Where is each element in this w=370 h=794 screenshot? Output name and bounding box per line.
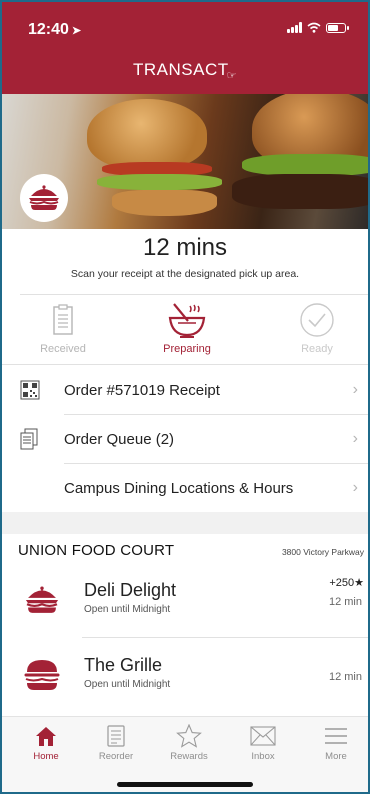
location-item-deli-delight[interactable]: Deli Delight Open until Midnight +250★ 1…: [22, 572, 364, 632]
location-name: The Grille: [84, 655, 163, 675]
location-address: 3800 Victory Parkway: [281, 547, 364, 557]
wait-estimate: 12 min: [328, 671, 362, 683]
status-icons: [287, 22, 349, 33]
wait-estimate: 12 min: [328, 596, 362, 608]
burger-icon: [22, 657, 62, 693]
tab-more-label: More: [325, 751, 347, 762]
battery-icon: [326, 22, 349, 33]
order-receipt-row[interactable]: Order #571019 Receipt ›: [20, 366, 362, 414]
step-received: Received: [18, 300, 108, 355]
tab-home-label: Home: [33, 751, 59, 762]
tab-inbox-label: Inbox: [251, 751, 275, 762]
tab-rewards[interactable]: Rewards: [159, 723, 219, 762]
home-icon: [16, 723, 76, 749]
location-item-the-grille[interactable]: The Grille Open until Midnight 12 min: [22, 647, 364, 707]
step-preparing-label: Preparing: [163, 343, 211, 355]
status-time: 12:40 ➤: [28, 21, 82, 38]
tab-bar: Home Reorder Rewards Inbox More: [2, 716, 368, 792]
reward-points: +250★: [329, 577, 364, 589]
chevron-right-icon: ›: [352, 430, 358, 447]
envelope-icon: [233, 723, 293, 749]
wifi-icon: [307, 22, 321, 33]
location-title: UNION FOOD COURT: [18, 542, 175, 559]
tab-reorder-label: Reorder: [98, 751, 134, 762]
step-preparing: Preparing: [142, 300, 232, 355]
order-receipt-label: Order #571019 Receipt: [64, 381, 220, 399]
reorder-icon: [86, 723, 146, 749]
step-ready-label: Ready: [301, 343, 333, 355]
location-hours: Open until Midnight: [84, 679, 171, 690]
order-queue-row[interactable]: Order Queue (2) ›: [20, 415, 362, 463]
tab-reorder[interactable]: Reorder: [86, 723, 146, 762]
tab-home[interactable]: Home: [16, 723, 76, 762]
hand-icon: ☞: [226, 70, 237, 83]
brand-logo: TRANSACT☞: [133, 60, 237, 83]
dining-locations-row[interactable]: Campus Dining Locations & Hours ›: [20, 464, 362, 512]
location-header: UNION FOOD COURT 3800 Victory Parkway: [18, 542, 364, 559]
chevron-right-icon: ›: [352, 479, 358, 496]
documents-icon: [20, 428, 46, 450]
menu-icon: [306, 723, 366, 749]
app-screen: 12:40 ➤ TRANSACT☞ 12 mins Scan your rece…: [0, 0, 370, 794]
location-hours: Open until Midnight: [84, 604, 171, 615]
qr-code-icon: [20, 380, 46, 400]
order-queue-label: Order Queue (2): [64, 430, 175, 448]
wait-time: 12 mins: [142, 234, 228, 261]
tab-more[interactable]: More: [306, 723, 366, 762]
section-divider: [2, 512, 368, 534]
home-indicator[interactable]: [117, 782, 253, 787]
location-arrow-icon: ➤: [71, 25, 82, 37]
star-icon: [159, 723, 219, 749]
app-header: 12:40 ➤ TRANSACT☞: [2, 2, 368, 94]
sandwich-icon: [22, 582, 62, 618]
dining-locations-label: Campus Dining Locations & Hours: [64, 479, 294, 497]
step-received-label: Received: [40, 343, 86, 355]
tab-rewards-label: Rewards: [170, 751, 208, 762]
sandwich-icon: [20, 174, 68, 222]
chevron-right-icon: ›: [352, 381, 358, 398]
check-circle-icon: [272, 300, 362, 340]
mixing-bowl-icon: [142, 300, 232, 340]
tab-inbox[interactable]: Inbox: [233, 723, 293, 762]
location-name: Deli Delight: [84, 580, 177, 600]
pickup-instruction: Scan your receipt at the designated pick…: [70, 268, 300, 280]
signal-icon: [287, 22, 302, 33]
order-status-steps: Received Preparing Ready: [2, 300, 368, 362]
receipt-icon: [18, 300, 108, 340]
step-ready: Ready: [272, 300, 362, 355]
hero-image: [2, 94, 368, 229]
